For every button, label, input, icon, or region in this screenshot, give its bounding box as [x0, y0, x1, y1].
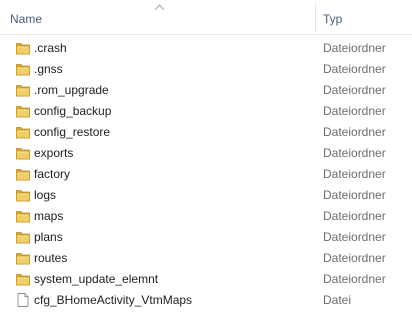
- folder-icon: [15, 145, 31, 161]
- item-name: exports: [34, 146, 74, 160]
- item-type: Dateiordner: [323, 251, 386, 265]
- folder-row[interactable]: .crash Dateiordner: [0, 38, 412, 59]
- item-type: Dateiordner: [323, 230, 386, 244]
- item-name: config_backup: [34, 104, 112, 118]
- item-name: system_update_elemnt: [34, 272, 159, 286]
- folder-icon: [15, 187, 31, 203]
- folder-icon: [15, 166, 31, 182]
- folder-row[interactable]: config_backup Dateiordner: [0, 101, 412, 122]
- folder-row[interactable]: plans Dateiordner: [0, 227, 412, 248]
- folder-icon: [15, 40, 31, 56]
- folder-row[interactable]: .gnss Dateiordner: [0, 59, 412, 80]
- folder-icon: [15, 61, 31, 77]
- folder-icon: [15, 250, 31, 266]
- item-type: Dateiordner: [323, 209, 386, 223]
- item-type: Dateiordner: [323, 167, 386, 181]
- item-type: Datei: [323, 293, 352, 307]
- folder-row[interactable]: exports Dateiordner: [0, 143, 412, 164]
- folder-icon: [15, 82, 31, 98]
- file-icon: [15, 292, 31, 308]
- item-type: Dateiordner: [323, 146, 386, 160]
- item-name: config_restore: [34, 125, 111, 139]
- item-type: Dateiordner: [323, 125, 386, 139]
- folder-row[interactable]: .rom_upgrade Dateiordner: [0, 80, 412, 101]
- item-name: plans: [34, 230, 63, 244]
- item-name: maps: [34, 209, 64, 223]
- column-header-bar: Name Typ: [0, 0, 412, 35]
- folder-row[interactable]: system_update_elemnt Dateiordner: [0, 269, 412, 290]
- file-list: .crash Dateiordner .gnss Dateiordner .rom_…: [0, 38, 412, 311]
- folder-row[interactable]: maps Dateiordner: [0, 206, 412, 227]
- folder-row[interactable]: logs Dateiordner: [0, 185, 412, 206]
- item-name: .crash: [34, 41, 67, 55]
- item-type: Dateiordner: [323, 272, 386, 286]
- folder-row[interactable]: factory Dateiordner: [0, 164, 412, 185]
- item-type: Dateiordner: [323, 83, 386, 97]
- folder-icon: [15, 229, 31, 245]
- item-type: Dateiordner: [323, 188, 386, 202]
- item-type: Dateiordner: [323, 41, 386, 55]
- folder-row[interactable]: routes Dateiordner: [0, 248, 412, 269]
- item-type: Dateiordner: [323, 104, 386, 118]
- item-name: cfg_BHomeActivity_VtmMaps: [34, 293, 193, 307]
- folder-icon: [15, 124, 31, 140]
- file-explorer-list: Name Typ .crash Dateiordner .gnss Dateiord…: [0, 0, 412, 326]
- item-name: routes: [34, 251, 68, 265]
- item-name: .rom_upgrade: [34, 83, 109, 97]
- item-name: factory: [34, 167, 71, 181]
- sort-ascending-icon: [155, 4, 164, 10]
- folder-icon: [15, 271, 31, 287]
- folder-row[interactable]: config_restore Dateiordner: [0, 122, 412, 143]
- folder-icon: [15, 208, 31, 224]
- file-row[interactable]: cfg_BHomeActivity_VtmMaps Datei: [0, 290, 412, 311]
- folder-icon: [15, 103, 31, 119]
- type-column-header[interactable]: Typ: [316, 0, 412, 34]
- item-name: .gnss: [34, 62, 63, 76]
- item-type: Dateiordner: [323, 62, 386, 76]
- item-name: logs: [34, 188, 57, 202]
